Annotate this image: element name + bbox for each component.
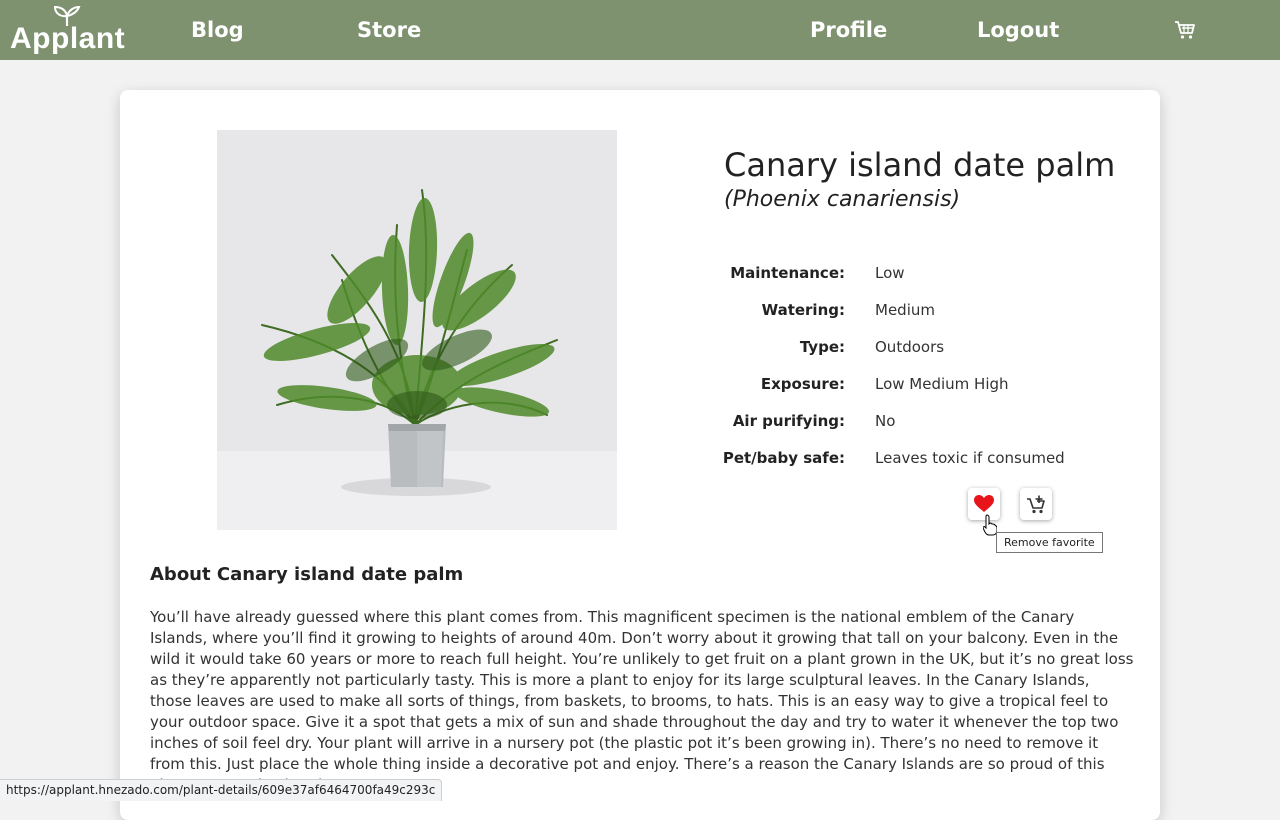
nav-link-profile[interactable]: Profile xyxy=(810,18,887,42)
heart-icon xyxy=(974,495,994,512)
about-text: You’ll have already guessed where this p… xyxy=(150,608,1134,794)
plant-name: Canary island date palm xyxy=(724,146,1116,184)
spec-label: Air purifying: xyxy=(732,412,845,430)
spec-label: Maintenance: xyxy=(730,264,845,282)
favorite-tooltip: Remove favorite xyxy=(996,532,1103,553)
spec-value: Leaves toxic if consumed xyxy=(875,449,1065,467)
spec-row-type: Type: Outdoors xyxy=(680,338,1140,375)
spec-value: Low xyxy=(875,264,905,282)
spec-value: Low Medium High xyxy=(875,375,1009,393)
spec-label: Type: xyxy=(799,338,845,356)
nav-link-blog[interactable]: Blog xyxy=(191,18,244,42)
plant-details-card: Canary island date palm (Phoenix canarie… xyxy=(120,90,1160,820)
spec-row-exposure: Exposure: Low Medium High xyxy=(680,375,1140,412)
logo-text: Applant xyxy=(10,22,126,55)
plant-photo xyxy=(217,130,617,530)
spec-value: Outdoors xyxy=(875,338,945,356)
spec-label: Watering: xyxy=(761,301,845,319)
spec-row-pet-safe: Pet/baby safe: Leaves toxic if consumed xyxy=(680,449,1140,486)
cart-icon[interactable] xyxy=(1174,20,1196,44)
spec-row-watering: Watering: Medium xyxy=(680,301,1140,338)
nav-link-logout[interactable]: Logout xyxy=(977,18,1059,42)
spec-value: Medium xyxy=(875,301,935,319)
spec-row-maintenance: Maintenance: Low xyxy=(680,264,1140,301)
about-title: About Canary island date palm xyxy=(150,564,464,585)
link-status-bar: https://applant.hnezado.com/plant-detail… xyxy=(0,779,443,801)
hand-cursor-icon xyxy=(983,514,997,536)
nav-link-store[interactable]: Store xyxy=(357,18,421,42)
applant-logo[interactable]: Applant xyxy=(10,6,125,55)
top-navbar: Applant Blog Store Profile Logout xyxy=(0,0,1280,60)
spec-label: Pet/baby safe: xyxy=(722,449,845,467)
add-to-cart-button[interactable] xyxy=(1020,488,1052,520)
palm-illustration xyxy=(261,189,558,496)
plant-specs: Maintenance: Low Watering: Medium Type: … xyxy=(680,264,1140,486)
cart-plus-icon xyxy=(1027,495,1045,513)
plant-scientific-name: (Phoenix canariensis) xyxy=(724,187,961,212)
spec-value: No xyxy=(875,412,896,430)
spec-row-air-purifying: Air purifying: No xyxy=(680,412,1140,449)
spec-label: Exposure: xyxy=(760,375,845,393)
